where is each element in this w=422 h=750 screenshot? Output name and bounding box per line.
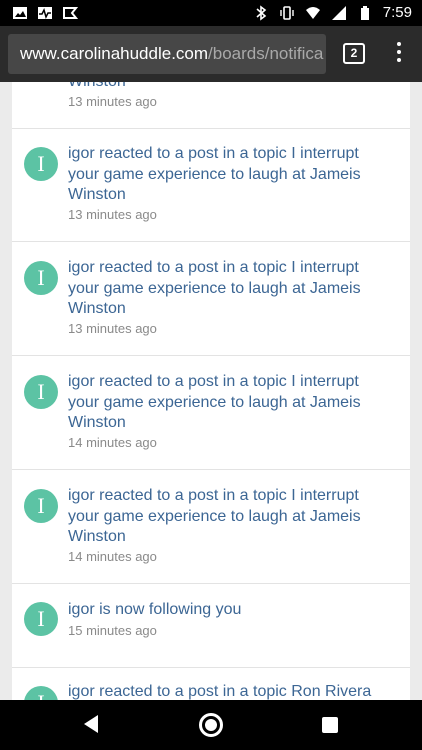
list-item[interactable]: I igor reacted to a post in a topic I in…	[12, 356, 410, 470]
notification-text[interactable]: igor reacted to a post in a topic I inte…	[68, 258, 388, 320]
vibrate-icon	[280, 5, 294, 20]
overflow-menu-icon[interactable]	[392, 40, 406, 68]
play-store-icon	[63, 7, 78, 19]
list-item[interactable]: Winston 13 minutes ago	[12, 82, 410, 129]
signal-icon	[331, 5, 346, 20]
url-domain: www.carolinahuddle.com	[20, 44, 209, 63]
list-item[interactable]: I igor reacted to a post in a topic I in…	[12, 470, 410, 584]
notifications-page: Winston 13 minutes ago I igor reacted to…	[0, 82, 422, 700]
wifi-icon	[305, 6, 320, 19]
pulse-icon	[38, 7, 52, 20]
back-icon[interactable]	[84, 715, 98, 733]
notification-time: 14 minutes ago	[68, 435, 157, 450]
avatar[interactable]: I	[24, 686, 58, 700]
list-item[interactable]: I igor reacted to a post in a topic I in…	[12, 128, 410, 242]
list-item[interactable]: I igor is now following you 15 minutes a…	[12, 584, 410, 668]
home-icon[interactable]	[199, 713, 223, 737]
list-item[interactable]: I igor reacted to a post in a topic Ron …	[12, 668, 410, 700]
image-icon	[13, 7, 27, 19]
notification-time: 14 minutes ago	[68, 549, 157, 564]
notification-time: 13 minutes ago	[68, 207, 157, 222]
notification-text[interactable]: Winston	[68, 82, 388, 93]
url-path: /boards/notifica	[208, 44, 324, 63]
status-bar: 7:59	[0, 0, 422, 26]
notification-text[interactable]: igor reacted to a post in a topic I inte…	[68, 144, 388, 206]
notification-text[interactable]: igor is now following you	[68, 600, 388, 621]
url-text[interactable]: www.carolinahuddle.com/boards/notifica	[20, 44, 323, 64]
system-nav-bar	[0, 700, 422, 750]
avatar[interactable]: I	[24, 602, 58, 636]
list-item[interactable]: I igor reacted to a post in a topic I in…	[12, 242, 410, 356]
avatar[interactable]: I	[24, 261, 58, 295]
notification-time: 13 minutes ago	[68, 94, 157, 109]
notifications-list: Winston 13 minutes ago I igor reacted to…	[12, 82, 410, 700]
tab-switcher-button[interactable]: 2	[343, 43, 365, 64]
avatar[interactable]: I	[24, 489, 58, 523]
clock: 7:59	[382, 4, 412, 21]
address-bar[interactable]: www.carolinahuddle.com/boards/notifica	[8, 34, 326, 74]
notification-time: 15 minutes ago	[68, 623, 157, 638]
notification-text[interactable]: igor reacted to a post in a topic I inte…	[68, 486, 388, 548]
browser-toolbar: www.carolinahuddle.com/boards/notifica 2	[0, 26, 422, 82]
bluetooth-icon	[256, 4, 267, 21]
avatar[interactable]: I	[24, 147, 58, 181]
recent-apps-icon[interactable]	[322, 717, 338, 733]
battery-icon	[360, 5, 369, 20]
notification-time: 13 minutes ago	[68, 321, 157, 336]
avatar[interactable]: I	[24, 375, 58, 409]
notification-text[interactable]: igor reacted to a post in a topic I inte…	[68, 372, 388, 434]
notification-text[interactable]: igor reacted to a post in a topic Ron Ri…	[68, 682, 388, 700]
